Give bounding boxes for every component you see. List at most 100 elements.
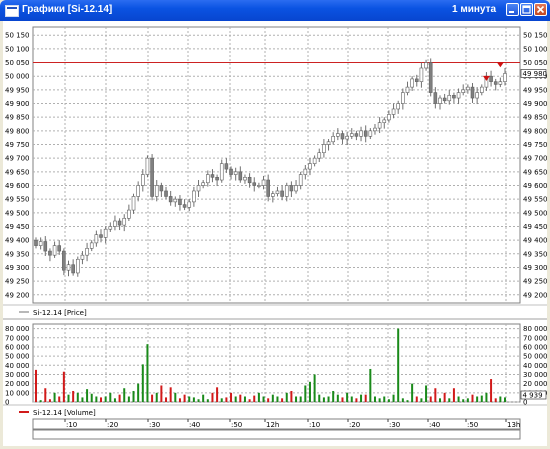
price-tick-label: 49 300 <box>5 264 30 272</box>
volume-bar <box>39 400 42 402</box>
chart-canvas[interactable]: 50 150 50 100 50 050 50 000 49 950 49 900 49 8… <box>3 21 547 446</box>
volume-bar <box>248 399 251 402</box>
candle-body <box>257 185 261 187</box>
volume-bar <box>276 396 279 402</box>
volume-bar <box>299 396 302 402</box>
volume-bar <box>104 396 107 402</box>
volume-bar <box>137 383 140 402</box>
candle-body <box>396 103 400 110</box>
candle-body <box>317 152 322 159</box>
price-tick-label: 49 850 <box>5 114 30 122</box>
candle-body <box>233 171 238 175</box>
candle-body <box>210 174 215 178</box>
time-tick-label: 12h <box>266 421 279 429</box>
minimize-button[interactable] <box>506 3 519 16</box>
volume-bar <box>490 379 493 402</box>
price-tick-label: 49 550 <box>5 196 30 204</box>
price-tick-label: 49 200 <box>5 291 30 299</box>
price-tick-label: 49 350 <box>523 250 547 258</box>
price-tick-label: 50 000 <box>5 73 30 81</box>
time-tick-label: :40 <box>189 421 200 429</box>
price-tick-label: 49 700 <box>523 155 547 163</box>
volume-bar <box>304 385 307 402</box>
price-tick-label: 49 950 <box>523 86 547 94</box>
candle-body <box>368 130 373 137</box>
candle-body <box>349 133 354 137</box>
candle-body <box>127 209 131 219</box>
candle-body <box>206 174 210 184</box>
volume-bar <box>67 394 70 402</box>
candle-body <box>470 86 475 99</box>
candle-body <box>187 201 192 208</box>
volume-bar <box>155 392 158 402</box>
volume-bar <box>188 396 191 402</box>
candle-body <box>498 81 503 85</box>
volume-tick-label: 70 000 <box>523 334 547 342</box>
candle-body <box>303 168 308 175</box>
maximize-button[interactable] <box>520 3 533 16</box>
candle-body <box>247 176 252 184</box>
price-tick-label: 49 900 <box>5 100 30 108</box>
window-title: Графики [Si-12.14] <box>22 4 113 15</box>
candle-body <box>136 185 140 197</box>
volume-bar <box>350 396 353 402</box>
horizontal-scrollbar[interactable] <box>32 429 521 440</box>
price-tick-label: 49 250 <box>5 278 30 286</box>
chart-window-icon <box>5 5 19 17</box>
price-tick-label: 49 500 <box>5 209 30 217</box>
time-tick-label: :30 <box>149 421 160 429</box>
volume-bar <box>336 394 339 402</box>
time-tick-label: :10 <box>66 421 77 429</box>
volume-bar <box>369 368 372 402</box>
candle-body <box>275 190 280 194</box>
candle-body <box>80 254 85 260</box>
volume-bar <box>257 392 260 402</box>
volume-tick-label: 30 000 <box>523 371 547 379</box>
price-tick-label: 49 600 <box>523 182 547 190</box>
time-tick-label: :50 <box>467 421 478 429</box>
candle-body <box>479 86 484 93</box>
volume-bar <box>285 392 288 402</box>
volume-bar <box>151 394 154 402</box>
volume-plot-area[interactable] <box>32 323 521 403</box>
candle-body <box>363 130 368 137</box>
volume-bar <box>220 398 223 402</box>
title-bar[interactable]: Графики [Si-12.14] 1 минута <box>0 0 550 21</box>
candle-body <box>322 144 326 154</box>
volume-bar <box>146 344 149 402</box>
volume-bar <box>295 396 298 402</box>
volume-bar <box>76 392 79 402</box>
volume-bar <box>225 397 228 402</box>
candle-body <box>94 234 99 244</box>
candle-body <box>466 86 470 91</box>
volume-bar <box>411 383 414 402</box>
volume-tick-label: 20 000 <box>5 380 30 388</box>
volume-bar <box>109 392 112 402</box>
volume-bar <box>346 392 349 402</box>
candle-body <box>252 182 257 186</box>
volume-bar <box>476 396 479 402</box>
volume-bar <box>118 394 121 402</box>
volume-bar <box>364 394 367 402</box>
volume-tick-label: 80 000 <box>5 325 30 333</box>
price-tick-label: 49 950 <box>5 86 30 94</box>
volume-bar <box>253 395 256 402</box>
volume-bar <box>48 399 51 402</box>
volume-bar <box>504 397 506 402</box>
maximize-icon <box>522 5 531 14</box>
volume-bar <box>429 396 432 402</box>
price-tick-label: 49 750 <box>523 141 547 149</box>
volume-bar <box>267 398 270 402</box>
volume-tick-label: 10 000 <box>5 389 30 397</box>
volume-tick-label: 70 000 <box>5 334 30 342</box>
candle-body <box>52 245 57 256</box>
volume-bar <box>271 394 274 402</box>
close-button[interactable] <box>534 3 547 16</box>
price-current-badge: 49 980 <box>520 69 547 78</box>
time-tick-label: :40 <box>429 421 440 429</box>
candle-body <box>433 92 438 104</box>
timeframe-label[interactable]: 1 минута <box>452 4 496 15</box>
candle-body <box>150 157 154 197</box>
volume-bar <box>360 394 363 402</box>
volume-bar <box>383 396 386 402</box>
